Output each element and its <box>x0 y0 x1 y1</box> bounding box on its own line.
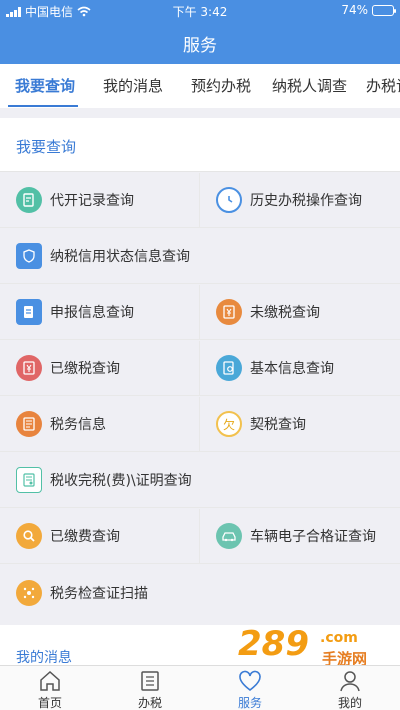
item-credit-status[interactable]: 纳税信用状态信息查询 <box>0 229 400 284</box>
item-label: 税务检查证扫描 <box>50 585 148 602</box>
top-bar: 中国电信 下午 3:42 74% 服务 <box>0 0 400 64</box>
list-icon <box>141 671 159 691</box>
item-label: 历史办税操作查询 <box>250 193 362 209</box>
home-icon <box>40 670 60 691</box>
certificate-icon <box>16 467 42 493</box>
scan-icon <box>16 579 42 606</box>
person-icon <box>340 671 360 692</box>
nav-label: 首页 <box>37 696 62 710</box>
nav-tax[interactable]: 办税 <box>100 666 200 710</box>
watermark-number: 289 <box>238 624 309 664</box>
item-label: 税收完税(费)\证明查询 <box>50 473 192 489</box>
item-paid-tax[interactable]: 已缴税查询 <box>0 341 200 396</box>
item-label: 申报信息查询 <box>50 305 134 321</box>
battery-icon <box>372 4 396 16</box>
nav-mine[interactable]: 我的 <box>300 666 400 710</box>
nav-label: 服务 <box>237 696 262 710</box>
tab-messages[interactable]: 我的消息 <box>103 64 163 108</box>
yuan-clipboard-icon <box>16 355 42 381</box>
tab-records[interactable]: 办税记 <box>366 64 400 108</box>
qian-badge-icon: 欠 <box>216 411 242 437</box>
section-title: 我要查询 <box>16 138 77 156</box>
item-tax-certificate[interactable]: 税收完税(费)\证明查询 <box>0 453 400 508</box>
item-label: 已缴税查询 <box>50 361 120 377</box>
shield-search-icon <box>16 243 42 269</box>
heart-icon <box>239 670 261 692</box>
car-icon <box>216 523 242 549</box>
yuan-clipboard-icon <box>216 299 242 325</box>
status-bar: 中国电信 下午 3:42 74% <box>0 0 400 20</box>
item-label: 基本信息查询 <box>250 361 334 377</box>
item-tax-info[interactable]: 税务信息 <box>0 397 200 452</box>
section-gap <box>0 615 400 625</box>
item-label: 纳税信用状态信息查询 <box>50 249 190 265</box>
section-header: 我要查询 <box>0 118 400 172</box>
battery-percent: 74% <box>341 3 368 17</box>
item-label: 代开记录查询 <box>50 193 134 209</box>
item-label: 税务信息 <box>50 417 106 433</box>
item-inspection-scan[interactable]: 税务检查证扫描 <box>0 565 400 620</box>
messages-section-title: 我的消息 <box>16 650 72 666</box>
item-label: 车辆电子合格证查询 <box>250 529 376 545</box>
item-basic-info[interactable]: 基本信息查询 <box>200 341 400 396</box>
item-paid-fees[interactable]: 已缴费查询 <box>0 509 200 564</box>
item-issued-records[interactable]: 代开记录查询 <box>0 173 200 228</box>
magnifier-icon <box>16 523 42 549</box>
item-label: 未缴税查询 <box>250 305 320 321</box>
item-label: 已缴费查询 <box>50 529 120 545</box>
clock-tax-icon <box>216 187 242 213</box>
item-deed-tax[interactable]: 欠 契税查询 <box>200 397 400 452</box>
bottom-nav: 首页 办税 服务 我的 <box>0 665 400 710</box>
clock-label: 下午 3:42 <box>172 5 228 19</box>
watermark-logo: 289 .com 手游网 <box>238 624 388 668</box>
tab-bar: 我要查询 我的消息 预约办税 纳税人调查 办税记 <box>0 64 400 108</box>
nav-home[interactable]: 首页 <box>0 666 100 710</box>
nav-label: 我的 <box>337 696 362 710</box>
tab-appointment[interactable]: 预约办税 <box>191 64 251 108</box>
tab-survey[interactable]: 纳税人调查 <box>272 64 347 108</box>
document-search-icon <box>216 355 242 381</box>
document-upload-icon <box>16 299 42 325</box>
tab-underline <box>8 105 78 107</box>
item-unpaid-tax[interactable]: 未缴税查询 <box>200 285 400 340</box>
item-declaration[interactable]: 申报信息查询 <box>0 285 200 340</box>
page-title: 服务 <box>183 36 217 56</box>
list-document-icon <box>16 411 42 437</box>
document-edit-icon <box>16 187 42 213</box>
nav-service[interactable]: 服务 <box>200 666 300 710</box>
nav-label: 办税 <box>137 696 162 710</box>
watermark-domain: .com <box>320 630 358 646</box>
item-history-ops[interactable]: 历史办税操作查询 <box>200 173 400 228</box>
tab-query[interactable]: 我要查询 <box>15 64 75 108</box>
item-vehicle-certificate[interactable]: 车辆电子合格证查询 <box>200 509 400 564</box>
item-label: 契税查询 <box>250 417 306 433</box>
